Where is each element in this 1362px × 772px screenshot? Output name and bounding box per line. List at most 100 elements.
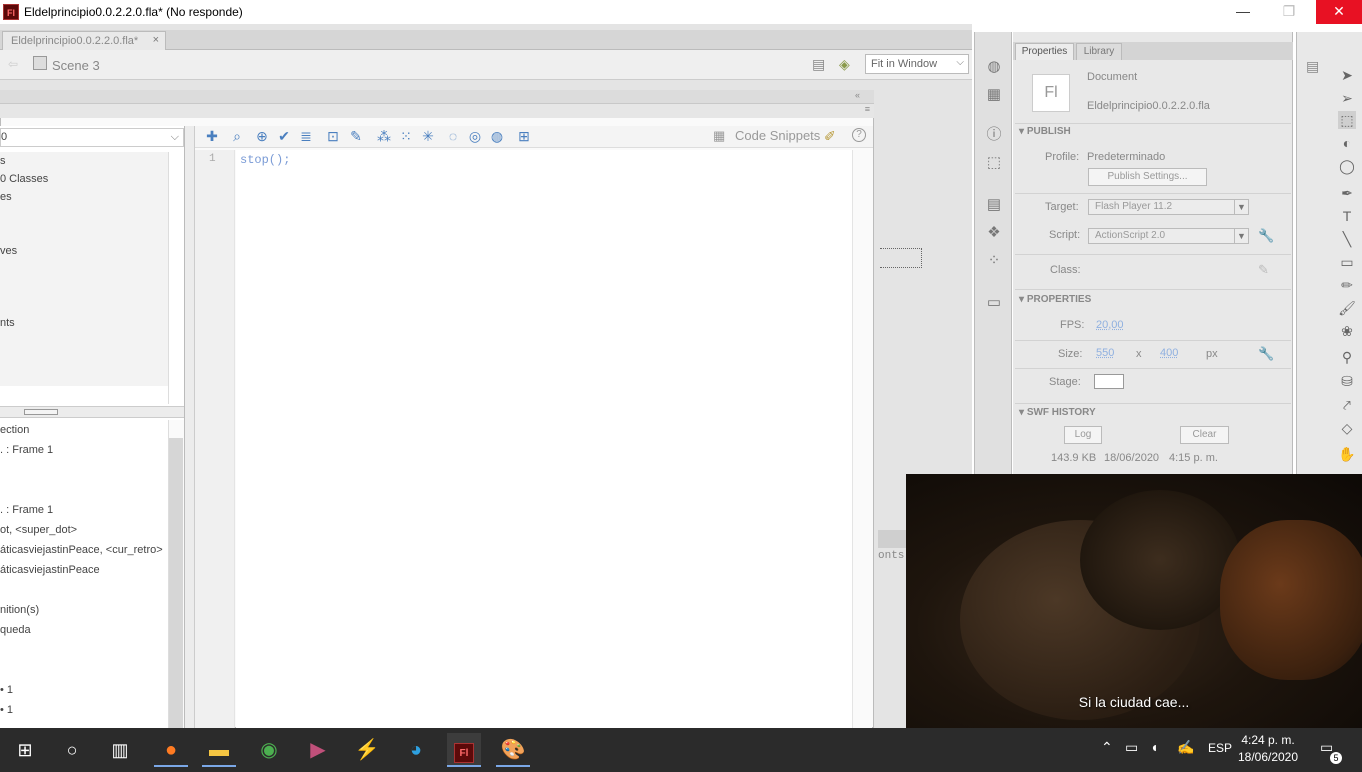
tab-library[interactable]: Library [1076,43,1122,60]
height-value[interactable]: 400 [1160,347,1178,359]
eyedropper-tool-icon[interactable]: ⤤ [1338,396,1356,414]
debug-options-icon[interactable]: ✎ [348,128,364,144]
add-statement-icon[interactable]: ✚ [204,128,220,144]
output-panel-tab[interactable] [878,530,908,548]
deco-tool-icon[interactable]: ❀ [1338,322,1356,340]
hand-tool-icon[interactable]: ✋ [1338,445,1356,463]
section-swf-history[interactable]: ▾ SWF HISTORY [1019,407,1096,418]
toolbox-scrollbar[interactable] [168,152,184,404]
stage-color-swatch[interactable] [1094,374,1124,389]
close-button[interactable]: ✕ [1316,0,1362,24]
collapse-selection-icon[interactable]: ⁙ [398,128,414,144]
list-item[interactable]: áticasviejastinPeace, <cur_retro> [0,544,163,556]
list-item[interactable]: . : Frame 1 [0,504,53,516]
motion-presets-icon[interactable]: ⁘ [985,252,1003,270]
target-player-select[interactable]: Flash Player 11.2 ▼ [1088,199,1249,215]
text-tool-icon[interactable]: T [1338,207,1356,225]
help-icon[interactable]: ? [852,128,866,142]
target-select[interactable]: 0 ⌵ [0,128,184,147]
clock-time[interactable]: 4:24 p. m. [1240,733,1296,747]
eraser-tool-icon[interactable]: ◇ [1338,419,1356,437]
actions-panel-header[interactable]: « [0,90,874,104]
check-syntax-icon[interactable]: ✔ [276,128,292,144]
tab-close-icon[interactable]: × [153,34,159,46]
edit-symbols-icon[interactable]: ◈ [839,56,857,72]
publish-settings-button[interactable]: Publish Settings... [1088,168,1207,186]
brush-tool-icon[interactable]: 🖌 [1338,299,1356,317]
pen-workspace-icon[interactable]: ✍ [1177,739,1194,756]
file-explorer-icon[interactable]: ▬ [202,733,236,767]
chevron-up-icon[interactable]: ⌃ [1101,739,1113,756]
show-hide-toolbox-icon[interactable]: ⊞ [516,128,532,144]
width-value[interactable]: 550 [1096,347,1114,359]
task-view-icon[interactable]: ▥ [103,733,137,767]
back-arrow-icon[interactable]: ⇦ [8,57,18,71]
chrome-icon[interactable]: ◉ [252,733,286,767]
section-publish[interactable]: ▾ PUBLISH [1019,126,1071,137]
network-icon[interactable]: ▭ [1125,739,1138,756]
info-icon[interactable]: ⓘ [985,126,1003,144]
minimize-button[interactable]: — [1220,0,1266,24]
collapse-pane-strip[interactable] [185,126,195,728]
pencil-tool-icon[interactable]: ✏ [1338,276,1356,294]
swatches-icon[interactable]: ▦ [985,86,1003,104]
transform-icon[interactable]: ⬚ [985,154,1003,172]
tools-panel-icon[interactable]: ▤ [1306,58,1326,76]
toolbox-item[interactable]: es [0,191,12,203]
panel-menu-icon[interactable]: ≡ [865,104,870,114]
scene-label[interactable]: Scene 3 [52,58,100,73]
firefox-icon[interactable]: ● [154,733,188,767]
selection-tool-icon[interactable]: ➤ [1338,66,1356,84]
edit-scene-icon[interactable]: ▤ [812,56,830,72]
paint-bucket-tool-icon[interactable]: ⛁ [1338,372,1356,390]
toolbox-item[interactable]: nts [0,317,15,329]
script-settings-icon[interactable]: 🔧 [1258,228,1274,244]
list-item[interactable]: queda [0,624,31,636]
3d-rotation-tool-icon[interactable]: ◐ [1338,134,1356,152]
windows-start-icon[interactable]: ⊞ [8,733,42,767]
list-item[interactable]: nition(s) [0,604,39,616]
list-item[interactable]: ection [0,424,29,436]
rectangle-tool-icon[interactable]: ▭ [1338,253,1356,271]
edit-class-icon[interactable]: ✎ [1258,262,1269,278]
apply-block-comment-icon[interactable]: ◌ [445,128,461,144]
section-properties[interactable]: ▾ PROPERTIES [1019,294,1091,305]
document-tab[interactable]: Eldelprincipio0.0.2.2.0.fla* × [2,31,166,50]
edge-icon[interactable]: ◕ [399,733,433,767]
document-settings-icon[interactable]: 🔧 [1258,346,1274,362]
language-indicator[interactable]: ESP [1208,741,1232,755]
code-line[interactable]: stop(); [240,153,290,167]
insert-target-path-icon[interactable]: ⊕ [254,128,270,144]
paint-icon[interactable]: 🎨 [496,733,530,767]
code-snippets-button[interactable]: Code Snippets [735,128,820,143]
code-scrollbar[interactable] [852,150,872,728]
collapse-icon[interactable]: « [855,90,860,100]
script-assist-icon[interactable]: ✐ [824,128,836,145]
video-editor-icon[interactable]: ▶ [301,733,335,767]
tab-properties[interactable]: Properties [1015,43,1074,60]
code-hint-icon[interactable]: ⊡ [325,128,341,144]
toolbox-item[interactable]: s [0,155,6,167]
remove-comment-icon[interactable]: ◍ [489,128,505,144]
line-tool-icon[interactable]: ╲ [1338,230,1356,248]
maximize-button[interactable]: ❐ [1266,0,1312,24]
splitter-grip[interactable] [24,409,58,415]
list-item[interactable]: ot, <super_dot> [0,524,77,536]
log-button[interactable]: Log [1064,426,1102,444]
apply-line-comment-icon[interactable]: ◎ [467,128,483,144]
list-item[interactable]: áticasviejastinPeace [0,564,100,576]
lasso-tool-icon[interactable]: ◯ [1338,157,1356,175]
script-version-select[interactable]: ActionScript 2.0 ▼ [1088,228,1249,244]
color-icon[interactable]: ◍ [985,58,1003,76]
clear-button[interactable]: Clear [1180,426,1229,444]
auto-format-icon[interactable]: ≣ [298,128,314,144]
expand-all-icon[interactable]: ✳ [420,128,436,144]
zoom-select[interactable]: Fit in Window ⌵ [865,54,969,74]
code-snippets-icon[interactable]: ▦ [713,128,727,144]
bone-tool-icon[interactable]: ⚲ [1338,348,1356,366]
actions-icon[interactable]: ▤ [985,196,1003,214]
winrar-icon[interactable]: ⚡ [350,733,384,767]
fps-value[interactable]: 20,00 [1096,319,1124,331]
search-icon[interactable]: ○ [55,733,89,767]
list-item[interactable]: . : Frame 1 [0,444,53,456]
